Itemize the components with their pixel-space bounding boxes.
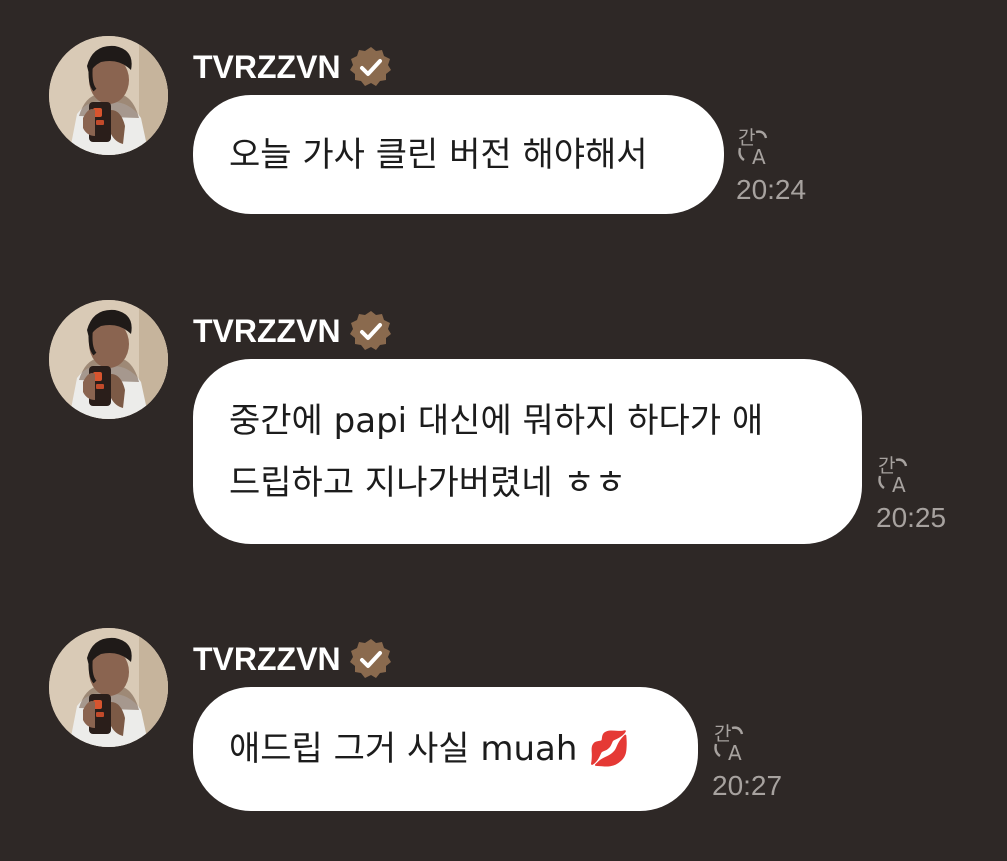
message-bubble[interactable]: 애드립 그거 사실 muah 💋 — [193, 687, 698, 811]
sender-name[interactable]: TVRZZVN — [193, 313, 341, 350]
sender-name[interactable]: TVRZZVN — [193, 641, 341, 678]
sender-name[interactable]: TVRZZVN — [193, 49, 341, 86]
svg-text:A: A — [892, 473, 906, 496]
timestamp: 20:24 — [736, 174, 807, 205]
sender-name-row: TVRZZVN — [193, 306, 393, 356]
svg-text:A: A — [728, 741, 742, 764]
timestamp: 20:25 — [876, 502, 947, 533]
verified-badge-icon — [349, 47, 391, 86]
svg-text:A: A — [752, 145, 766, 168]
timestamp: 20:27 — [712, 770, 783, 801]
message-bubble[interactable]: 중간에 papi 대신에 뭐하지 하다가 애 드립하고 지나가버렸네 ㅎㅎ — [193, 359, 862, 544]
profile-photo-icon — [49, 628, 168, 747]
sender-name-row: TVRZZVN — [193, 634, 393, 684]
message-text-line-2: 드립하고 지나가버렸네 ㅎㅎ — [229, 462, 626, 503]
verified-badge-icon — [349, 311, 391, 350]
message-1: TVRZZVN 오늘 가사 클린 버전 해야해서 간 A 20:24 — [0, 36, 1007, 216]
translate-icon[interactable]: 간 A — [712, 720, 756, 764]
message-meta: 간 A 20:27 — [712, 720, 782, 802]
sender-name-row: TVRZZVN — [193, 42, 393, 92]
profile-photo-icon — [49, 36, 168, 155]
translate-icon[interactable]: 간 A — [876, 452, 920, 496]
translate-icon[interactable]: 간 A — [736, 124, 780, 168]
avatar[interactable] — [49, 628, 168, 747]
avatar[interactable] — [49, 300, 168, 419]
message-text: 애드립 그거 사실 muah 💋 — [229, 729, 631, 769]
profile-photo-icon — [49, 300, 168, 419]
message-text-line-1: 중간에 papi 대신에 뭐하지 하다가 애 — [229, 400, 764, 441]
message-meta: 간 A 20:24 — [736, 124, 806, 206]
message-bubble[interactable]: 오늘 가사 클린 버전 해야해서 — [193, 95, 724, 214]
message-meta: 간 A 20:25 — [876, 452, 946, 534]
message-2: TVRZZVN 중간에 papi 대신에 뭐하지 하다가 애 드립하고 지나가버… — [0, 300, 1007, 550]
avatar[interactable] — [49, 36, 168, 155]
message-text: 오늘 가사 클린 버전 해야해서 — [229, 134, 648, 175]
verified-badge-icon — [349, 639, 391, 678]
message-3: TVRZZVN 애드립 그거 사실 muah 💋 간 A 20:27 — [0, 628, 1007, 818]
